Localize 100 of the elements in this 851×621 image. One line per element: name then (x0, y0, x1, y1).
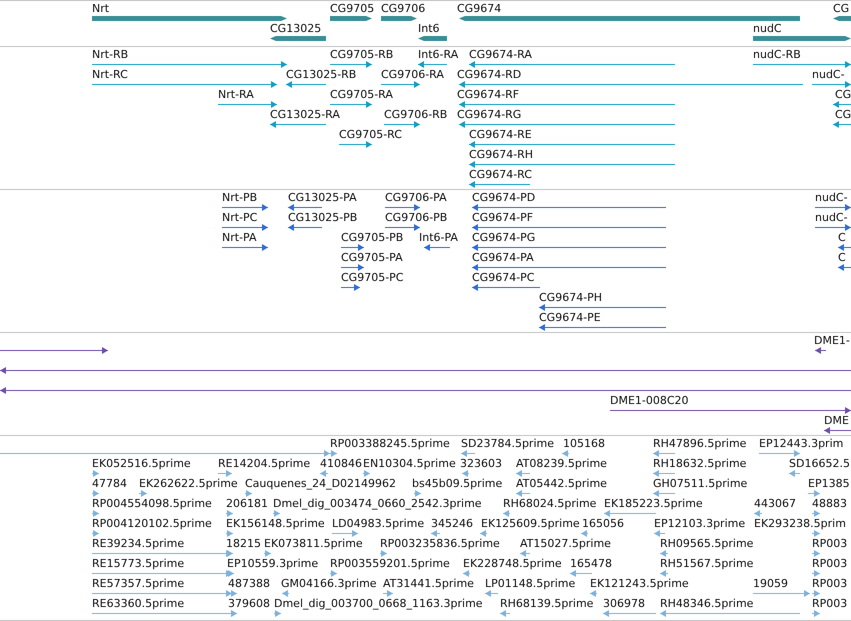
feature-label: CG9705-PB (341, 231, 404, 244)
feature-label: CG9705-RB (330, 48, 394, 61)
feature-label: CG9674-RA (469, 48, 532, 61)
feature-label: Dmel_dig_003700_0668_1163.3prime (274, 597, 483, 610)
feature-label: EP1385 (808, 477, 850, 490)
feature-label: RH09565.5prime (660, 537, 754, 550)
feature-label: CG (835, 108, 851, 121)
feature-label: AT08239.5prime (516, 457, 607, 470)
feature-label: RP003 (812, 597, 848, 610)
feature-label: CG (835, 88, 851, 101)
feature-label: Cauquenes_24_D02149962 (245, 477, 396, 490)
feature-label: CG13025-PA (288, 191, 357, 204)
feature-label: 48883 (812, 497, 847, 510)
feature-label: CG9705-PC (341, 271, 404, 284)
feature-label: 206181 (226, 497, 268, 510)
feature-label: GM04166.3prime (281, 577, 377, 590)
feature-label: CG9674-PH (539, 291, 602, 304)
feature-label: RE57357.5prime (92, 577, 184, 590)
feature-label: RP003 (812, 557, 848, 570)
feature-label: CG13025-RA (270, 108, 340, 121)
feature-label: SD23784.5prime (461, 437, 554, 450)
feature-label: CG9674-PC (472, 271, 534, 284)
feature-label: Dmel_dig_003474_0660_2542.3prime (273, 497, 482, 510)
feature-label: CG13025-RB (286, 68, 356, 81)
feature-label: EK125609.5prime (481, 517, 580, 530)
feature-label: EK293238.5prim (754, 517, 846, 530)
feature-label: nudC-RB (753, 48, 801, 61)
feature-label: CG9706-PB (385, 211, 448, 224)
feature-label: GH07511.5prime (653, 477, 748, 490)
feature-label: Int6-RA (418, 48, 458, 61)
feature-label: SD16652.5 (789, 457, 850, 470)
feature-label: CG9706-RA (381, 68, 444, 81)
feature-label: RP004120102.5prime (92, 517, 212, 530)
feature-label: 379608 (228, 597, 270, 610)
feature-label: 306978 (603, 597, 645, 610)
feature-label: Nrt-RC (92, 68, 128, 81)
feature-label: EP12443.3prim (759, 437, 844, 450)
feature-label: CG (833, 2, 850, 15)
feature-label: RH68139.5prime (500, 597, 594, 610)
feature-label: EK228748.5prime (463, 557, 562, 570)
feature-label: DME1- (814, 334, 850, 347)
feature-label: DME (824, 414, 849, 427)
feature-label: nudC- (812, 68, 845, 81)
feature-label: CG9674-PG (472, 231, 536, 244)
feature-label: CG9705-PA (341, 251, 403, 264)
feature-label: CG9705 (330, 2, 374, 15)
feature-label: EK073811.5prime (264, 537, 363, 550)
feature-label: CG9674 (457, 2, 502, 15)
feature-label: RE14204.5prime (218, 457, 310, 470)
feature-label: RE15773.5prime (92, 557, 184, 570)
feature-label: bs45b09.5prime (412, 477, 502, 490)
feature-label: 443067 (754, 497, 796, 510)
feature-label: 19059 (753, 577, 788, 590)
feature-label: EK052516.5prime (92, 457, 191, 470)
feature-label: nudC- (815, 211, 848, 224)
feature-label: AT31441.5prime (383, 577, 474, 590)
feature-label: CG9674-PE (539, 311, 601, 324)
feature-label: CG9674-PF (472, 211, 534, 224)
feature-label: RH48346.5prime (660, 597, 754, 610)
feature-label: CG9674-RD (457, 68, 522, 81)
feature-label: Int6-PA (419, 231, 458, 244)
feature-label: Nrt-PB (222, 191, 258, 204)
feature-label: RP003 (812, 537, 848, 550)
feature-label: C (838, 231, 846, 244)
feature-label: EK156148.5prime (226, 517, 325, 530)
feature-label: 410846 (320, 457, 362, 470)
feature-label: Nrt-RA (218, 88, 254, 101)
feature-label: nudC- (815, 191, 848, 204)
feature-label: RH68024.5prime (503, 497, 596, 510)
feature-label: CG9706-RB (384, 108, 448, 121)
feature-label: AT05442.5prime (516, 477, 607, 490)
feature-label: EP12103.3prime (654, 517, 746, 530)
feature-label: EK121243.5prime (590, 577, 689, 590)
feature-label: Int6 (418, 22, 440, 35)
feature-label: CG9706-PA (385, 191, 447, 204)
feature-label: Nrt-PC (222, 211, 258, 224)
feature-label: RP003 (812, 577, 848, 590)
feature-label: Nrt (92, 2, 110, 15)
feature-label: 105168 (563, 437, 605, 450)
feature-label: RP003559201.5prime (330, 557, 450, 570)
feature-label: 345246 (431, 517, 473, 530)
feature-label: RH47896.5prime (653, 437, 746, 450)
feature-label: CG9674-RH (469, 148, 534, 161)
feature-label: CG9674-PD (472, 191, 536, 204)
feature-label: EN10304.5prime (363, 457, 456, 470)
feature-label: Nrt-PA (222, 231, 256, 244)
feature-label: RP004554098.5prime (92, 497, 212, 510)
feature-label: RH51567.5prime (660, 557, 754, 570)
feature-label: CG13025 (270, 22, 322, 35)
feature-label: CG9705-RA (330, 88, 393, 101)
feature-label: CG9706 (381, 2, 426, 15)
feature-label: EP10559.3prime (227, 557, 318, 570)
feature-label: CG13025-PB (288, 211, 358, 224)
feature-label: 165056 (582, 517, 624, 530)
feature-label: 47784 (92, 477, 127, 490)
feature-label: 18215 (226, 537, 261, 550)
feature-label: AT15027.5prime (520, 537, 611, 550)
feature-label: RP003235836.5prime (380, 537, 500, 550)
feature-label: 323603 (460, 457, 502, 470)
feature-label: RH18632.5prime (653, 457, 746, 470)
